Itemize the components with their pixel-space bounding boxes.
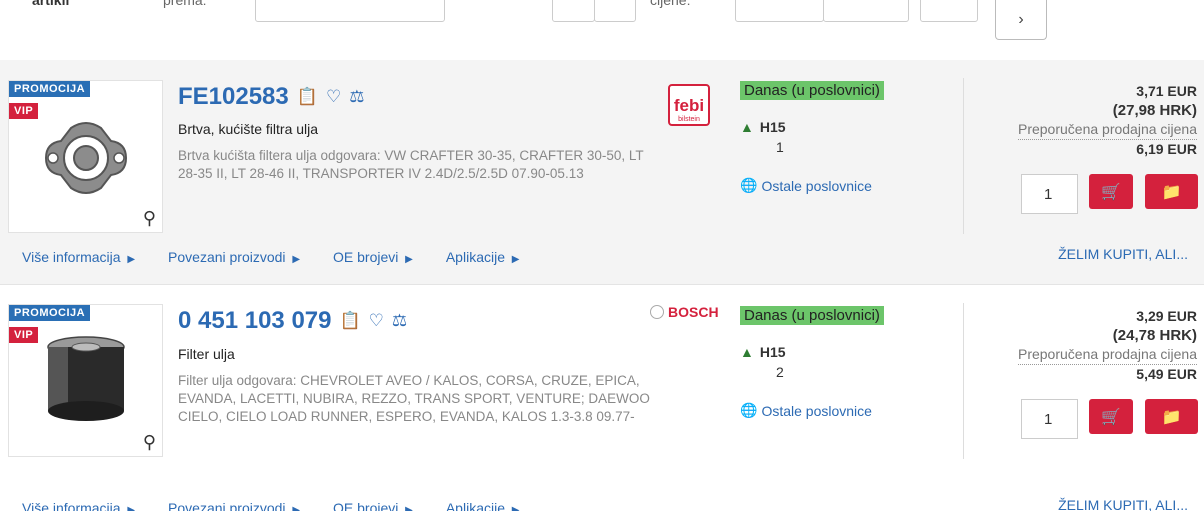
- magnifier-icon[interactable]: ⚲: [143, 208, 156, 229]
- warehouse-icon: ▲: [740, 119, 754, 135]
- product-card: PROMOCIJA VIP ⚲ 0 451 103 079 📋 ♡ ⚖ Filt…: [0, 284, 1204, 511]
- link-applications[interactable]: Aplikacije: [446, 500, 520, 511]
- product-code-text: 0 451 103 079: [178, 307, 332, 334]
- next-page-button[interactable]: ›: [995, 0, 1047, 40]
- price-hrk: (27,98 HRK): [1112, 102, 1197, 119]
- price-eur: 3,29 EUR: [1136, 308, 1197, 324]
- quantity-input[interactable]: [1021, 399, 1078, 439]
- oil-filter-image: [47, 336, 125, 421]
- warehouse-icon: ▲: [740, 344, 754, 360]
- add-to-cart-button[interactable]: 🛒: [1089, 174, 1133, 209]
- product-links: Više informacija Povezani proizvodi OE b…: [22, 249, 552, 265]
- divider: [963, 303, 964, 459]
- product-description: Filter ulja odgovara: CHEVROLET AVEO / K…: [178, 373, 650, 424]
- link-related-products[interactable]: Povezani proizvodi: [168, 249, 300, 265]
- product-image[interactable]: PROMOCIJA VIP ⚲: [8, 80, 163, 233]
- other-stores-label: Ostale poslovnice: [761, 177, 872, 194]
- promo-badge: PROMOCIJA: [9, 81, 91, 97]
- location-quantity: 1: [776, 139, 784, 155]
- quantity-input[interactable]: [1021, 174, 1078, 214]
- link-applications[interactable]: Aplikacije: [446, 249, 520, 265]
- product-image[interactable]: PROMOCIJA VIP ⚲: [8, 304, 163, 457]
- scale-icon[interactable]: ⚖: [392, 311, 407, 331]
- add-to-list-button[interactable]: 📁: [1145, 174, 1198, 209]
- febi-logo-subtext: bilstein: [678, 116, 700, 123]
- price-block: 3,29 EUR (24,78 HRK) Preporučena prodajn…: [1017, 307, 1197, 384]
- other-stores-label: Ostale poslovnice: [761, 402, 872, 419]
- link-more-info[interactable]: Više informacija: [22, 500, 135, 511]
- clipboard-icon[interactable]: 📋: [339, 311, 360, 331]
- febi-logo-text: febi: [674, 96, 704, 115]
- divider: [963, 78, 964, 234]
- cart-icon: 🛒: [1101, 408, 1121, 426]
- recommended-price: 5,49 EUR: [1136, 366, 1197, 382]
- promo-badge: PROMOCIJA: [9, 305, 91, 321]
- stock-status: Danas (u poslovnici): [740, 306, 884, 325]
- heart-icon[interactable]: ♡: [369, 311, 384, 331]
- filter-bar: artikli prema: cijene: ›: [0, 0, 1204, 60]
- link-oe-numbers[interactable]: OE brojevi: [333, 500, 413, 511]
- heart-icon[interactable]: ♡: [326, 87, 341, 107]
- bosch-ring-icon: [650, 305, 664, 319]
- product-code[interactable]: FE102583 📋 ♡ ⚖: [178, 83, 364, 111]
- febi-logo: febi bilstein: [668, 84, 710, 126]
- recommended-price: 6,19 EUR: [1136, 141, 1197, 157]
- link-more-info[interactable]: Više informacija: [22, 249, 135, 265]
- price-hrk: (24,78 HRK): [1112, 327, 1197, 344]
- link-related-products[interactable]: Povezani proizvodi: [168, 500, 300, 511]
- product-name: Brtva, kućište filtra ulja: [178, 121, 319, 137]
- sort-select[interactable]: [255, 0, 445, 22]
- product-description: Brtva kućišta filtera ulja odgovara: VW …: [178, 148, 644, 181]
- add-to-list-button[interactable]: 📁: [1145, 399, 1198, 434]
- warehouse-location: ▲ H15: [740, 344, 786, 360]
- magnifier-icon[interactable]: ⚲: [143, 432, 156, 453]
- folder-add-icon: 📁: [1161, 408, 1182, 426]
- product-name: Filter ulja: [178, 346, 235, 362]
- globe-pin-icon: 🌐: [740, 402, 758, 418]
- view-toggle-a[interactable]: [552, 0, 595, 22]
- location-code: H15: [759, 344, 786, 360]
- bosch-logo: BOSCH: [650, 304, 719, 320]
- stock-status: Danas (u poslovnici): [740, 81, 884, 100]
- warehouse-location: ▲ H15: [740, 119, 786, 135]
- filter-label-articles: artikli: [32, 0, 70, 8]
- price-to-input[interactable]: [823, 0, 909, 22]
- chevron-right-icon: ›: [1018, 10, 1024, 28]
- other-stores-link[interactable]: 🌐 Ostale poslovnice: [740, 177, 872, 194]
- cart-icon: 🛒: [1101, 183, 1121, 201]
- price-from-input[interactable]: [735, 0, 824, 22]
- folder-add-icon: 📁: [1161, 183, 1182, 201]
- product-code-text: FE102583: [178, 83, 289, 110]
- filter-label-sort: prema:: [163, 0, 207, 8]
- bosch-logo-text: BOSCH: [668, 304, 719, 320]
- scale-icon[interactable]: ⚖: [349, 87, 364, 107]
- recommended-price-label: Preporučena prodajna cijena: [1017, 120, 1197, 140]
- product-code[interactable]: 0 451 103 079 📋 ♡ ⚖: [178, 307, 407, 335]
- clipboard-icon[interactable]: 📋: [297, 87, 318, 107]
- gasket-image: [44, 122, 128, 194]
- recommended-price-label: Preporučena prodajna cijena: [1017, 345, 1197, 365]
- other-stores-link[interactable]: 🌐 Ostale poslovnice: [740, 402, 872, 419]
- want-to-buy-link[interactable]: ŽELIM KUPITI, ALI...: [1058, 246, 1188, 262]
- product-card: PROMOCIJA VIP ⚲ FE102583 📋 ♡ ⚖ Brtva, ku…: [0, 60, 1204, 284]
- filter-apply-button[interactable]: [920, 0, 978, 22]
- globe-pin-icon: 🌐: [740, 177, 758, 193]
- add-to-cart-button[interactable]: 🛒: [1089, 399, 1133, 434]
- location-code: H15: [759, 119, 786, 135]
- location-quantity: 2: [776, 364, 784, 380]
- want-to-buy-link[interactable]: ŽELIM KUPITI, ALI...: [1058, 497, 1188, 511]
- product-links: Više informacija Povezani proizvodi OE b…: [22, 500, 552, 511]
- price-block: 3,71 EUR (27,98 HRK) Preporučena prodajn…: [1017, 82, 1197, 159]
- view-toggle-b[interactable]: [594, 0, 636, 22]
- link-oe-numbers[interactable]: OE brojevi: [333, 249, 413, 265]
- price-eur: 3,71 EUR: [1136, 83, 1197, 99]
- filter-label-price: cijene:: [650, 0, 691, 8]
